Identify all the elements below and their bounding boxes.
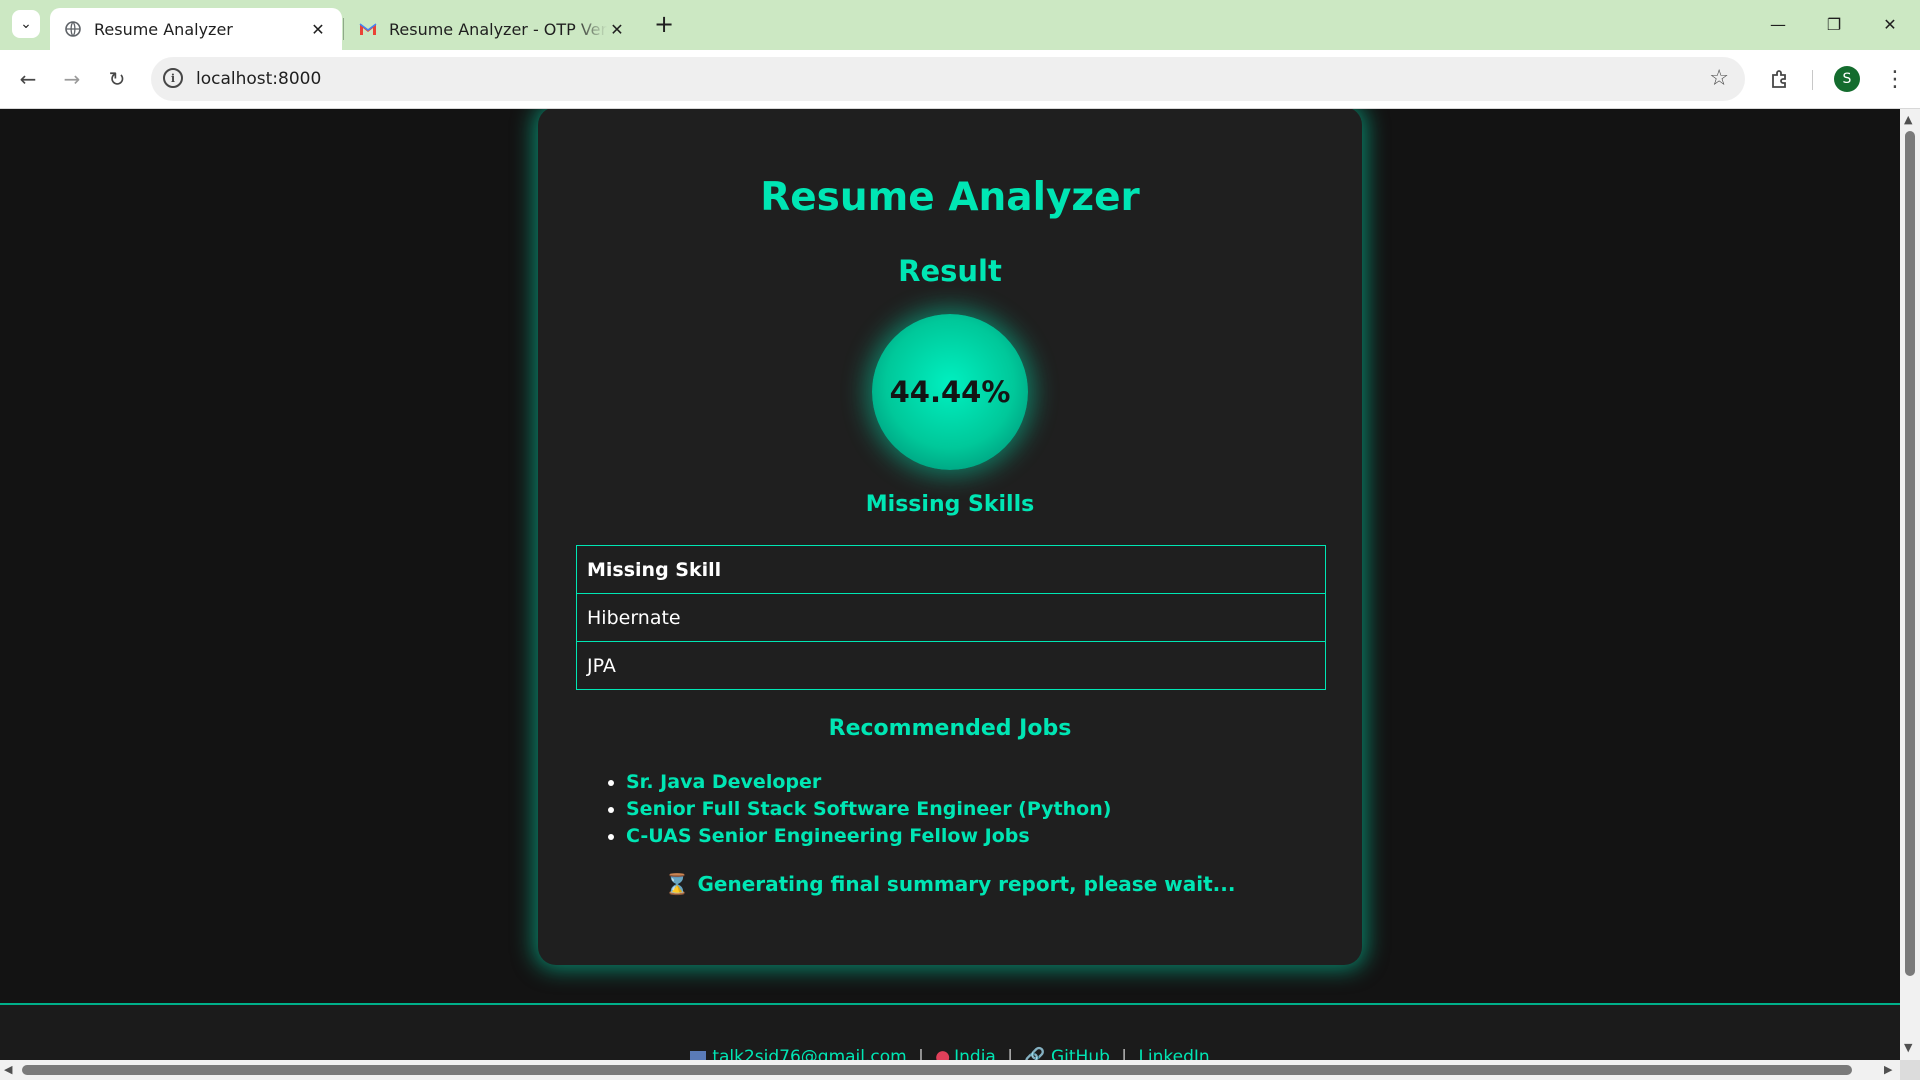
location-pin-icon: ● xyxy=(935,1047,951,1060)
recommended-jobs-heading: Recommended Jobs xyxy=(828,716,1072,741)
hourglass-icon: ⌛ xyxy=(664,872,690,896)
arrow-left-icon: ← xyxy=(19,67,37,91)
status-message: ⌛ Generating final summary report, please… xyxy=(538,872,1362,896)
close-icon[interactable]: ✕ xyxy=(607,20,627,39)
minimize-button[interactable]: — xyxy=(1758,8,1798,40)
url-text: localhost:8000 xyxy=(196,69,322,89)
bookmark-star-icon[interactable]: ☆ xyxy=(1709,66,1729,91)
job-link[interactable]: C-UAS Senior Engineering Fellow Jobs xyxy=(626,825,1030,847)
separator: | xyxy=(1121,1047,1128,1060)
result-heading: Result xyxy=(898,254,1002,288)
location-link[interactable]: India xyxy=(954,1047,996,1060)
scrollbar-thumb[interactable] xyxy=(1905,131,1915,976)
tab-strip: ⌄ Resume Analyzer ✕ Resume Analyzer - OT… xyxy=(0,0,1920,50)
forward-button[interactable]: → xyxy=(56,63,88,95)
extensions-icon[interactable] xyxy=(1765,64,1795,94)
missing-skills-table: Missing Skill Hibernate JPA xyxy=(576,545,1326,690)
status-text: Generating final summary report, please … xyxy=(697,872,1236,896)
vertical-scrollbar[interactable]: ▲ ▼ xyxy=(1900,109,1920,1060)
separator: | xyxy=(1007,1047,1013,1060)
github-link[interactable]: GitHub xyxy=(1051,1047,1110,1060)
list-item: Senior Full Stack Software Engineer (Pyt… xyxy=(626,796,1111,823)
chevron-down-icon: ⌄ xyxy=(20,16,32,32)
horizontal-scrollbar[interactable]: ◀ ▶ xyxy=(0,1060,1900,1080)
reload-icon: ↻ xyxy=(108,67,126,91)
close-window-button[interactable]: ✕ xyxy=(1870,8,1910,40)
link-icon: 🔗 xyxy=(1024,1047,1046,1060)
browser-toolbar: ← → ↻ i localhost:8000 ☆ ⋮ xyxy=(0,50,1920,109)
restore-icon: ❐ xyxy=(1826,14,1842,34)
restore-button[interactable]: ❐ xyxy=(1814,8,1854,40)
scroll-up-icon[interactable]: ▲ xyxy=(1904,113,1912,126)
list-item: C-UAS Senior Engineering Fellow Jobs xyxy=(626,823,1111,850)
avatar[interactable]: S xyxy=(1834,66,1860,92)
table-row: JPA xyxy=(576,641,1326,690)
new-tab-button[interactable]: + xyxy=(652,10,676,38)
reload-button[interactable]: ↻ xyxy=(101,63,133,95)
close-icon: ✕ xyxy=(1883,14,1897,34)
close-icon[interactable]: ✕ xyxy=(308,20,328,39)
email-icon xyxy=(690,1051,707,1060)
back-button[interactable]: ← xyxy=(12,63,44,95)
missing-skills-heading: Missing Skills xyxy=(865,492,1035,517)
footer: talk2sid76@gmail.com | ● India | 🔗 GitHub… xyxy=(0,1003,1900,1060)
tab-resume-analyzer[interactable]: Resume Analyzer ✕ xyxy=(50,8,342,50)
minimize-icon: — xyxy=(1770,14,1786,34)
tab-title: Resume Analyzer - OTP Verification xyxy=(389,19,607,39)
address-bar[interactable]: i localhost:8000 ☆ xyxy=(151,57,1745,101)
gmail-icon xyxy=(359,20,377,38)
email-link[interactable]: talk2sid76@gmail.com xyxy=(712,1047,906,1060)
tab-title: Resume Analyzer xyxy=(94,19,233,39)
linkedin-link[interactable]: LinkedIn xyxy=(1138,1047,1209,1060)
result-card: Resume Analyzer Result 44.44% Missing Sk… xyxy=(538,109,1362,965)
globe-icon xyxy=(64,20,82,38)
job-link[interactable]: Sr. Java Developer xyxy=(626,771,821,793)
page-viewport: Resume Analyzer Result 44.44% Missing Sk… xyxy=(0,109,1900,1060)
page-title: Resume Analyzer xyxy=(760,175,1140,220)
footer-links: talk2sid76@gmail.com | ● India | 🔗 GitHub… xyxy=(0,1047,1900,1060)
scroll-right-icon[interactable]: ▶ xyxy=(1884,1063,1892,1076)
score-value: 44.44% xyxy=(889,375,1011,409)
table-header-row: Missing Skill xyxy=(576,545,1326,594)
scrollbar-corner xyxy=(1900,1060,1920,1080)
table-cell: JPA xyxy=(576,641,1326,690)
score-circle: 44.44% xyxy=(872,314,1028,470)
scroll-left-icon[interactable]: ◀ xyxy=(4,1063,12,1076)
arrow-right-icon: → xyxy=(63,67,81,91)
table-cell: Hibernate xyxy=(576,593,1326,642)
menu-dots-icon[interactable]: ⋮ xyxy=(1880,64,1910,94)
tab-search-button[interactable]: ⌄ xyxy=(12,10,40,38)
table-header: Missing Skill xyxy=(576,545,1326,594)
jobs-list: Sr. Java Developer Senior Full Stack Sof… xyxy=(588,769,1111,850)
job-link[interactable]: Senior Full Stack Software Engineer (Pyt… xyxy=(626,798,1111,820)
table-row: Hibernate xyxy=(576,593,1326,642)
toolbar-divider xyxy=(1812,70,1813,90)
tab-otp-verification[interactable]: Resume Analyzer - OTP Verification ✕ xyxy=(345,8,641,50)
separator: | xyxy=(918,1047,924,1060)
tab-divider xyxy=(343,18,344,40)
scrollbar-thumb[interactable] xyxy=(22,1065,1852,1075)
scroll-down-icon[interactable]: ▼ xyxy=(1904,1041,1912,1054)
list-item: Sr. Java Developer xyxy=(626,769,1111,796)
plus-icon: + xyxy=(653,10,675,38)
site-info-icon[interactable]: i xyxy=(163,68,183,88)
